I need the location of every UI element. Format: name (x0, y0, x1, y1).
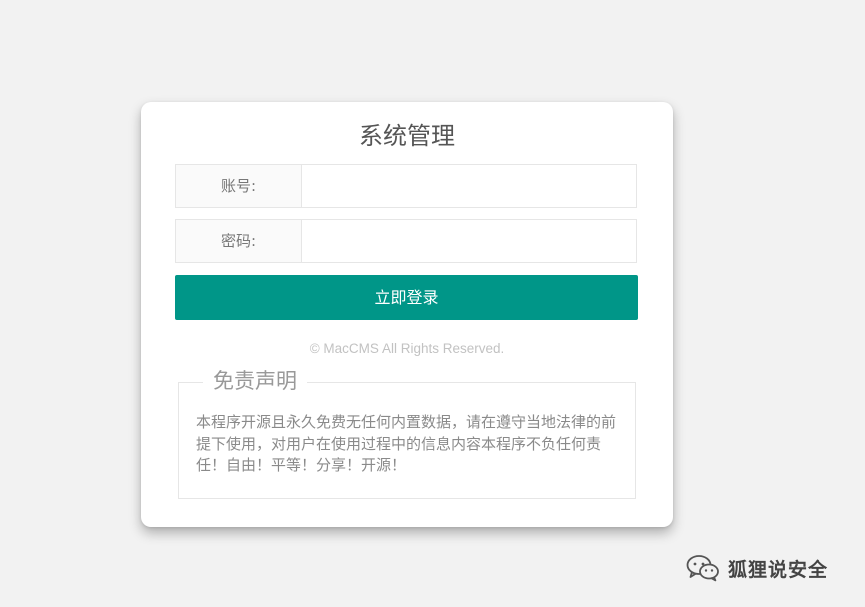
disclaimer-text: 本程序开源且永久免费无任何内置数据，请在遵守当地法律的前提下使用，对用户在使用过… (196, 413, 617, 474)
disclaimer-title: 免责声明 (203, 368, 307, 394)
watermark-text: 狐狸说安全 (728, 558, 829, 581)
disclaimer-box: 免责声明 本程序开源且永久免费无任何内置数据，请在遵守当地法律的前提下使用，对用… (178, 368, 636, 499)
watermark: 狐狸说安全 (686, 553, 828, 583)
password-field: 密码: (175, 219, 637, 263)
account-input[interactable] (302, 165, 636, 207)
login-card: 系统管理 账号: 密码: 立即登录 © MacCMS All Rights Re… (141, 102, 673, 527)
account-field: 账号: (175, 164, 637, 208)
password-label: 密码: (176, 220, 302, 262)
page-title: 系统管理 (359, 122, 455, 150)
password-input[interactable] (302, 220, 636, 262)
copyright-text: © MacCMS All Rights Reserved. (309, 341, 505, 356)
wechat-icon (686, 554, 720, 582)
account-label: 账号: (176, 165, 302, 207)
login-button[interactable]: 立即登录 (175, 275, 638, 320)
